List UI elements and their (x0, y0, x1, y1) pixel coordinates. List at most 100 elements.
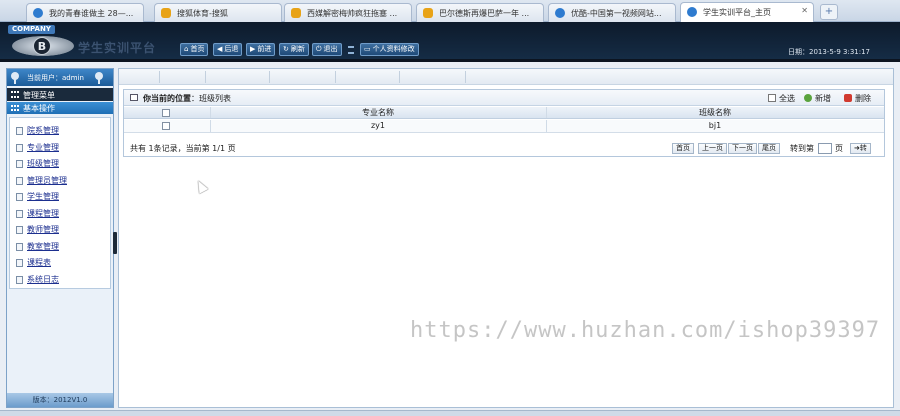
next-page-button[interactable]: 下一页 (728, 143, 757, 154)
page-number-input[interactable] (818, 143, 832, 154)
home-button[interactable]: ⌂ 首页 (180, 43, 209, 56)
goto-label: 转到第 (790, 144, 814, 153)
sidebar-item-classes[interactable]: 班级管理 (16, 158, 59, 170)
header-major-name: 专业名称 (362, 108, 394, 117)
content-area: 你当前的位置：班级列表 全选 新增 删除 专业名称 班级名称 zy1 bj1 共… (118, 68, 894, 408)
paw-icon (423, 8, 433, 18)
document-icon (16, 259, 23, 267)
back-icon: ◀ (217, 45, 223, 53)
back-button[interactable]: ◀ 后退 (213, 43, 243, 56)
delete-button[interactable]: 删除 (844, 93, 871, 104)
go-button[interactable]: ➜转 (850, 143, 871, 154)
document-icon (16, 226, 23, 234)
app-header: COMPANY B 学生实训平台 ⌂ 首页 ◀ 后退 ▶ 前进 ↻ 刷新 ⏻ 退出 ▭ 个人… (0, 22, 900, 62)
browser-tab-active[interactable]: 学生实训平台_主页 ✕ (680, 2, 814, 22)
last-page-button[interactable]: 尾页 (758, 143, 780, 154)
table-header: 专业名称 班级名称 (124, 107, 884, 119)
document-icon (16, 127, 23, 135)
sidebar-item-teachers[interactable]: 教师管理 (16, 224, 59, 236)
document-icon (16, 177, 23, 185)
delete-icon (844, 94, 852, 102)
monitor-icon: ▭ (364, 45, 371, 53)
table-row[interactable]: zy1 bj1 (124, 120, 884, 133)
header-class-name: 班级名称 (699, 108, 731, 117)
document-icon (16, 144, 23, 152)
document-icon (16, 160, 23, 168)
browser-tab-label: 巴尔德斯再爆巴萨一年 ... (439, 9, 530, 18)
document-icon (16, 276, 23, 284)
globe-icon (687, 7, 697, 17)
first-page-button[interactable]: 首页 (672, 143, 694, 154)
sidebar-collapse-handle[interactable] (113, 232, 117, 254)
current-user-bar: 当前用户：admin (7, 69, 113, 86)
menu-header[interactable]: 管理菜单 (7, 88, 113, 101)
browser-tab-4[interactable]: 巴尔德斯再爆巴萨一年 ... (416, 3, 544, 22)
browser-tab-5[interactable]: 优酷-中国第一视频网站... (548, 3, 676, 22)
paw-icon (291, 8, 301, 18)
menu-separator-icon (348, 46, 354, 54)
paw-icon (161, 8, 171, 18)
add-button[interactable]: 新增 (804, 93, 831, 104)
cell-class-name: bj1 (708, 121, 722, 130)
browser-tab-3[interactable]: 西媒解密梅帅疯狂拖塞 ... (284, 3, 412, 22)
globe-icon (555, 8, 565, 18)
class-list-panel: 你当前的位置：班级列表 全选 新增 删除 专业名称 班级名称 zy1 bj1 共… (123, 89, 885, 157)
date-time: 日期：2013-5-9 3:31:17 (788, 48, 870, 56)
forward-button[interactable]: ▶ 前进 (246, 43, 276, 56)
sidebar-item-courses[interactable]: 课程管理 (16, 208, 59, 220)
add-icon (804, 94, 812, 102)
checkbox-icon (768, 94, 776, 102)
sidebar-item-departments[interactable]: 院系管理 (16, 125, 59, 137)
select-all-button[interactable]: 全选 (768, 93, 795, 104)
sidebar-item-majors[interactable]: 专业管理 (16, 142, 59, 154)
refresh-icon: ↻ (283, 45, 289, 53)
prev-page-button[interactable]: 上一页 (698, 143, 727, 154)
forward-icon: ▶ (250, 45, 256, 53)
browser-tab-bar: 我的青春谁做主 28—... 搜狐体育-搜狐 西媒解密梅帅疯狂拖塞 ... 巴尔… (0, 0, 900, 22)
breadcrumb: 你当前的位置：班级列表 (143, 94, 231, 103)
grid-icon (11, 91, 19, 98)
sidebar-item-students[interactable]: 学生管理 (16, 191, 59, 203)
window-icon (130, 94, 138, 101)
browser-tab-label: 西媒解密梅帅疯狂拖塞 ... (307, 9, 398, 18)
watermark: https://www.huzhan.com/ishop39397 (410, 318, 881, 343)
window-bottom-border (0, 410, 900, 416)
panel-header: 你当前的位置：班级列表 全选 新增 删除 (124, 90, 884, 106)
current-user: 当前用户：admin (27, 74, 84, 82)
select-all-checkbox[interactable] (162, 109, 170, 117)
close-icon[interactable]: ✕ (801, 6, 808, 15)
document-icon (16, 193, 23, 201)
logo-badge: B (33, 37, 51, 55)
sidebar-item-system-log[interactable]: 系统日志 (16, 274, 59, 286)
page-unit-label: 页 (835, 144, 843, 153)
browser-tab-2[interactable]: 搜狐体育-搜狐 (154, 3, 282, 22)
sidebar-item-classrooms[interactable]: 教室管理 (16, 241, 59, 253)
sidebar-item-admins[interactable]: 管理员管理 (16, 175, 67, 187)
section-basic-ops[interactable]: 基本操作 (7, 102, 113, 114)
document-icon (16, 243, 23, 251)
edit-profile-button[interactable]: ▭ 个人资料修改 (360, 43, 419, 56)
record-count: 共有 1条记录，当前第 1/1 页 (130, 144, 236, 153)
browser-tab-label: 优酷-中国第一视频网站... (571, 9, 662, 18)
brand-title: 学生实训平台 (78, 41, 157, 55)
new-tab-button[interactable]: + (820, 4, 838, 20)
power-icon: ⏻ (316, 45, 322, 53)
pagination: 共有 1条记录，当前第 1/1 页 首页 上一页 下一页 尾页 转到第 页 ➜转 (124, 141, 884, 156)
content-toolbar (119, 69, 893, 85)
browser-tab-1[interactable]: 我的青春谁做主 28—... (26, 3, 144, 22)
globe-icon (33, 8, 43, 18)
browser-tab-label: 搜狐体育-搜狐 (177, 9, 228, 18)
row-checkbox[interactable] (162, 122, 170, 130)
grid-icon (11, 105, 19, 111)
sidebar-item-timetable[interactable]: 课程表 (16, 257, 51, 269)
pin-icon (95, 72, 103, 84)
browser-tab-label: 我的青春谁做主 28—... (49, 9, 134, 18)
home-icon: ⌂ (184, 45, 189, 53)
pin-icon (11, 72, 19, 84)
refresh-button[interactable]: ↻ 刷新 (279, 43, 309, 56)
menu-list: 院系管理 专业管理 班级管理 管理员管理 学生管理 课程管理 教师管理 教室管理… (9, 117, 111, 289)
logout-button[interactable]: ⏻ 退出 (312, 43, 342, 56)
sidebar: 当前用户：admin 管理菜单 基本操作 院系管理 专业管理 班级管理 管理员管… (6, 68, 114, 408)
document-icon (16, 210, 23, 218)
version-label: 版本：2012V1.0 (7, 393, 113, 407)
